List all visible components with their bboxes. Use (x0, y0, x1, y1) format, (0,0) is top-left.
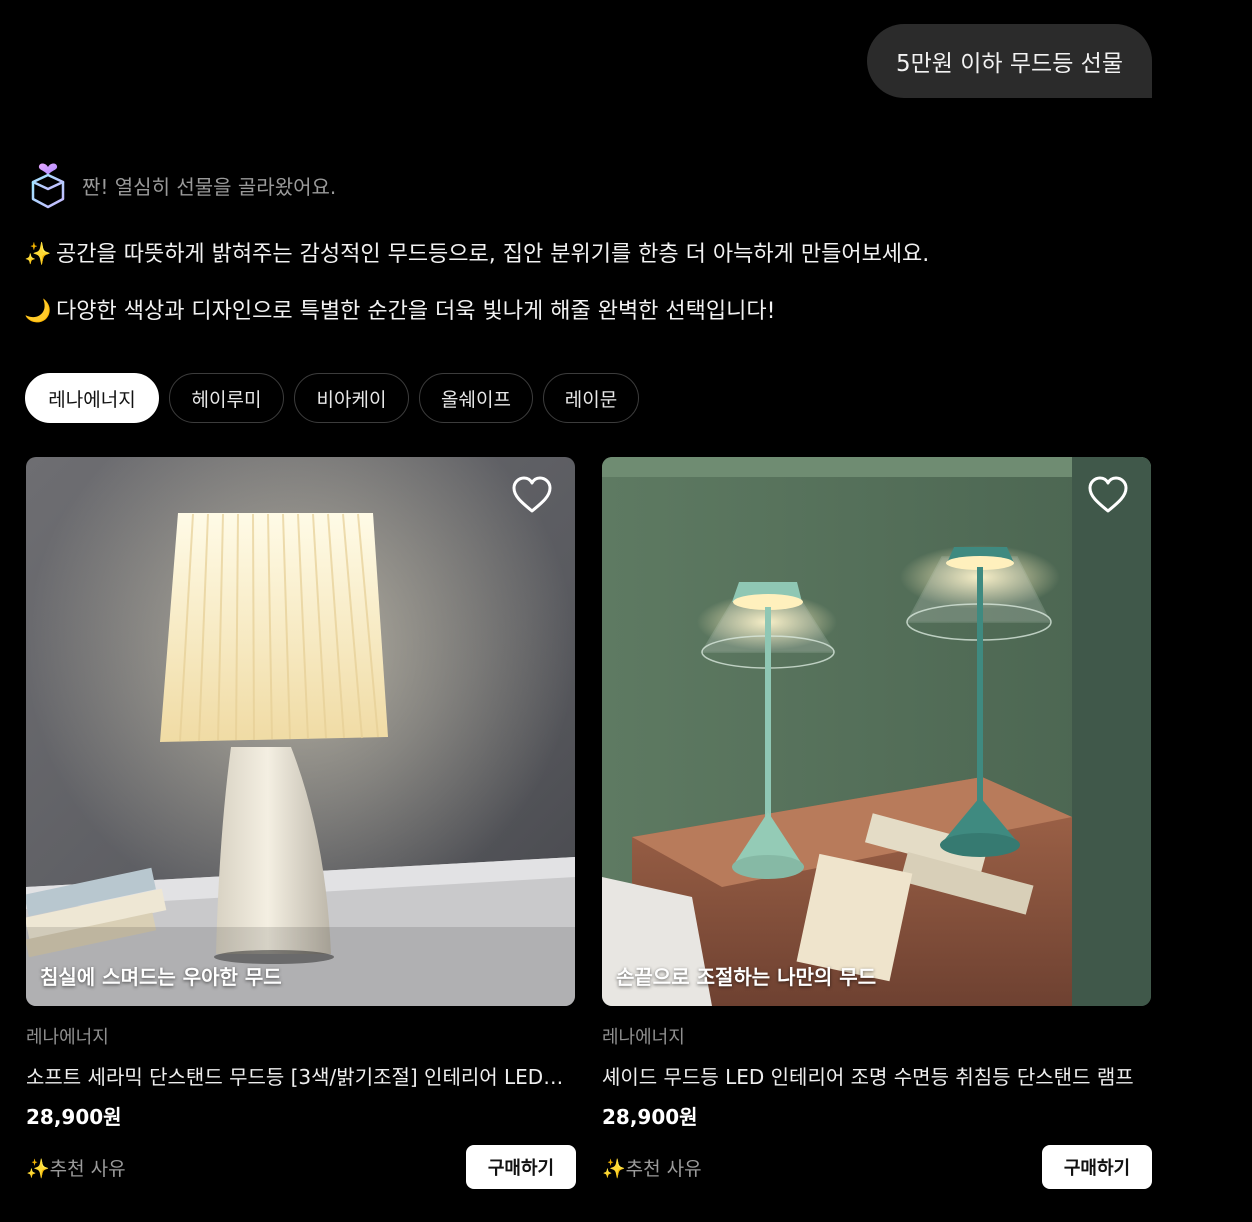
product-title[interactable]: 소프트 세라믹 단스탠드 무드등 [3색/밝기조절] 인테리어 LED 조명 (26, 1061, 566, 1090)
brand-chip-group: 레나에너지 헤이루미 비아케이 올쉐이프 레이문 (25, 373, 639, 423)
bot-message-text: 공간을 따뜻하게 밝혀주는 감성적인 무드등으로, 집안 분위기를 한층 더 아… (56, 242, 930, 267)
brand-chip-biakei[interactable]: 비아케이 (294, 373, 409, 423)
crescent-moon-icon: 🌙 (24, 299, 52, 324)
product-card[interactable]: 손끝으로 조절하는 나만의 무드 레나에너지 셰이드 무드등 LED 인테리어 … (602, 457, 1152, 1189)
bot-message-line: ✨ 공간을 따뜻하게 밝혀주는 감성적인 무드등으로, 집안 분위기를 한층 더 … (24, 236, 929, 268)
bot-message-line: 🌙 다양한 색상과 디자인으로 특별한 순간을 더욱 빛나게 해줄 완벽한 선택입… (24, 293, 775, 325)
shade-lamp-photo (602, 457, 1151, 1006)
product-brand: 레나에너지 (602, 1027, 685, 1048)
product-brand: 레나에너지 (26, 1027, 109, 1048)
buy-button[interactable]: 구매하기 (466, 1145, 576, 1189)
brand-chip-renaenergy[interactable]: 레나에너지 (25, 373, 159, 423)
product-caption: 손끝으로 조절하는 나만의 무드 (616, 965, 877, 989)
product-title[interactable]: 셰이드 무드등 LED 인테리어 조명 수면등 취침등 단스탠드 램프 (602, 1061, 1142, 1090)
bot-message-text: 다양한 색상과 디자인으로 특별한 순간을 더욱 빛나게 해줄 완벽한 선택입니… (56, 299, 776, 324)
product-caption: 침실에 스며드는 우아한 무드 (40, 965, 282, 989)
brand-chip-allshape[interactable]: 올쉐이프 (419, 373, 533, 423)
heart-icon[interactable] (1087, 475, 1129, 515)
user-message-text: 5만원 이하 무드등 선물 (895, 51, 1123, 77)
buy-button[interactable]: 구매하기 (1042, 1145, 1152, 1189)
recommend-reason-link[interactable]: ✨추천 사유 (26, 1154, 126, 1181)
gift-box-icon (31, 163, 65, 209)
product-card[interactable]: 침실에 스며드는 우아한 무드 레나에너지 소프트 세라믹 단스탠드 무드등 [… (26, 457, 576, 1189)
heart-icon[interactable] (511, 475, 553, 515)
ceramic-lamp-photo (26, 457, 575, 1006)
bot-header: 짠! 열심히 선물을 골라왔어요. (28, 160, 336, 210)
brand-chip-heyrumi[interactable]: 헤이루미 (169, 373, 284, 423)
sparkles-icon: ✨ (24, 242, 52, 267)
product-image[interactable]: 침실에 스며드는 우아한 무드 (26, 457, 575, 1006)
recommend-reason-link[interactable]: ✨추천 사유 (602, 1154, 702, 1181)
product-image[interactable]: 손끝으로 조절하는 나만의 무드 (602, 457, 1151, 1006)
product-price: 28,900원 (26, 1105, 122, 1129)
brand-chip-raymoon[interactable]: 레이문 (543, 373, 639, 423)
product-price: 28,900원 (602, 1105, 698, 1129)
user-message-bubble: 5만원 이하 무드등 선물 (867, 24, 1152, 98)
bot-intro-text: 짠! 열심히 선물을 골라왔어요. (82, 174, 337, 199)
